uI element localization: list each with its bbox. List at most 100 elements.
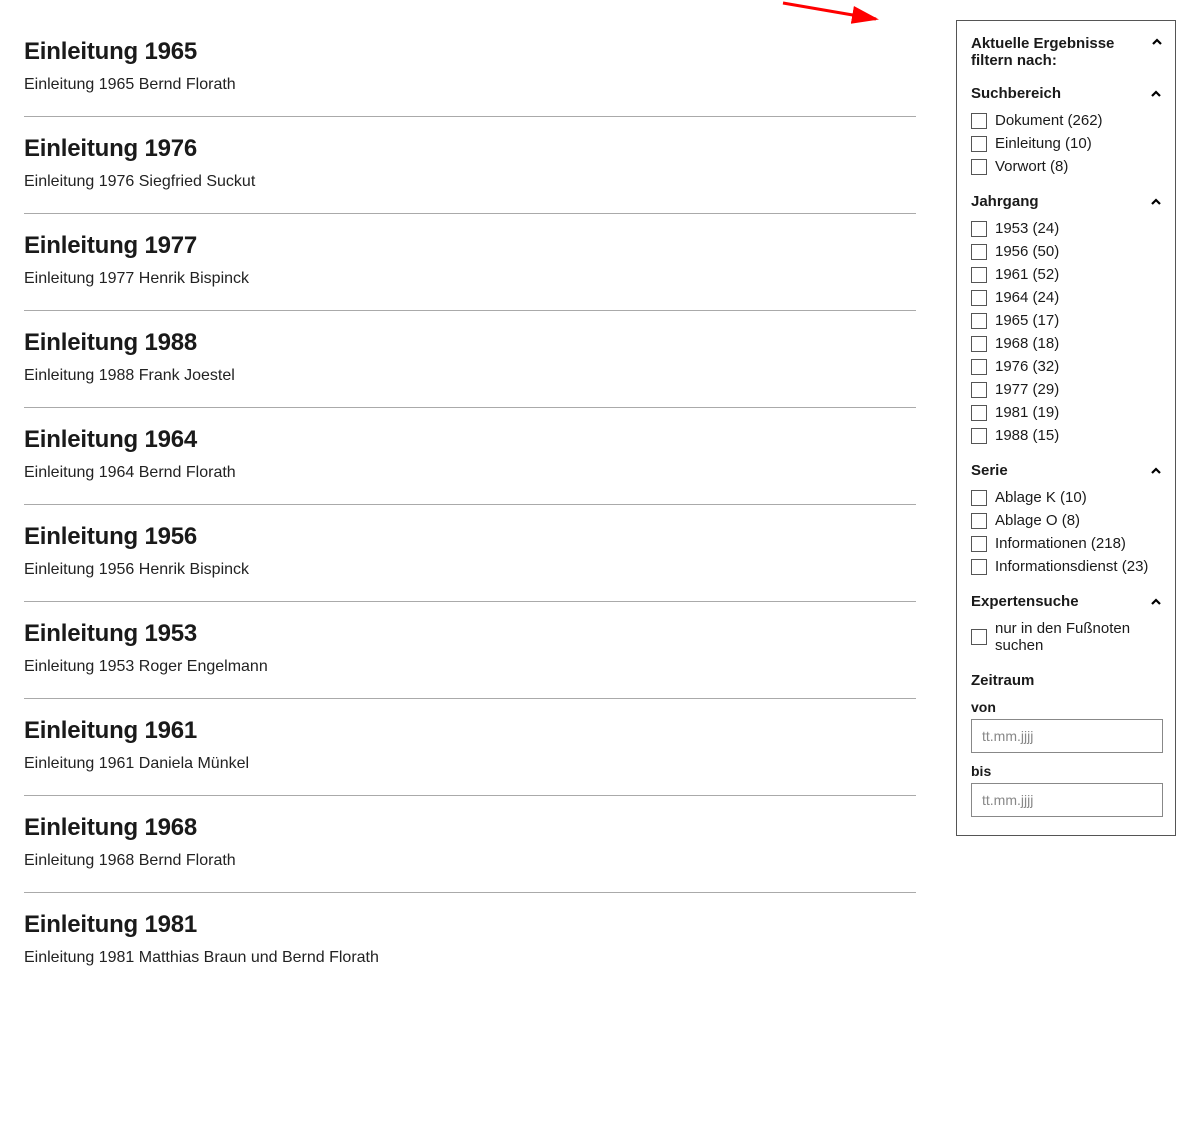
checkbox-icon[interactable] bbox=[971, 559, 987, 575]
checkbox-icon[interactable] bbox=[971, 536, 987, 552]
filter-section-zeitraum: Zeitraum von bis bbox=[971, 672, 1163, 817]
chevron-up-icon bbox=[1149, 195, 1163, 209]
filter-option-label: 1981 (19) bbox=[995, 404, 1059, 421]
date-to-label: bis bbox=[971, 763, 1163, 779]
filter-section-toggle[interactable]: Suchbereich bbox=[971, 85, 1163, 102]
checkbox-icon[interactable] bbox=[971, 490, 987, 506]
search-result-item[interactable]: Einleitung 1953Einleitung 1953 Roger Eng… bbox=[24, 601, 916, 698]
checkbox-icon[interactable] bbox=[971, 405, 987, 421]
filter-option-label: Informationen (218) bbox=[995, 535, 1126, 552]
filter-option-label: nur in den Fußnoten suchen bbox=[995, 620, 1163, 654]
filter-section-toggle[interactable]: Jahrgang bbox=[971, 193, 1163, 210]
result-title: Einleitung 1956 bbox=[24, 523, 916, 551]
checkbox-icon[interactable] bbox=[971, 359, 987, 375]
result-title: Einleitung 1988 bbox=[24, 329, 916, 357]
filter-option[interactable]: 1976 (32) bbox=[971, 358, 1163, 375]
checkbox-icon[interactable] bbox=[971, 267, 987, 283]
date-to-input[interactable] bbox=[971, 783, 1163, 817]
search-result-item[interactable]: Einleitung 1956 Einleitung 1956 Henrik Bi… bbox=[24, 504, 916, 601]
checkbox-icon[interactable] bbox=[971, 136, 987, 152]
filter-option[interactable]: 1964 (24) bbox=[971, 289, 1163, 306]
filter-option-label: 1953 (24) bbox=[995, 220, 1059, 237]
date-from-input[interactable] bbox=[971, 719, 1163, 753]
filter-panel: Aktuelle Ergebnisse filtern nach: Suchbe… bbox=[956, 20, 1176, 836]
result-title: Einleitung 1976 bbox=[24, 135, 916, 163]
checkbox-icon[interactable] bbox=[971, 313, 987, 329]
filter-option-label: Dokument (262) bbox=[995, 112, 1103, 129]
checkbox-icon[interactable] bbox=[971, 221, 987, 237]
filter-section-suchbereich: Suchbereich Dokument (262) Einleitung (10… bbox=[971, 85, 1163, 175]
checkbox-icon[interactable] bbox=[971, 629, 987, 645]
result-description: Einleitung 1976 Siegfried Suckut bbox=[24, 173, 916, 191]
filter-section-serie: Serie Ablage K (10) Ablage O (8) Informati… bbox=[971, 462, 1163, 575]
search-result-item[interactable]: Einleitung 1968Einleitung 1968 Bernd Flo… bbox=[24, 795, 916, 892]
result-title: Einleitung 1968 bbox=[24, 814, 916, 842]
filter-option[interactable]: 1956 (50) bbox=[971, 243, 1163, 260]
filter-option[interactable]: Ablage O (8) bbox=[971, 512, 1163, 529]
filter-option-label: 1976 (32) bbox=[995, 358, 1059, 375]
checkbox-icon[interactable] bbox=[971, 244, 987, 260]
search-result-item[interactable]: Einleitung 1976 Einleitung 1976 Siegfried… bbox=[24, 116, 916, 213]
filter-option-label: 1965 (17) bbox=[995, 312, 1059, 329]
filter-option-label: Vorwort (8) bbox=[995, 158, 1068, 175]
filter-panel-title: Aktuelle Ergebnisse filtern nach: bbox=[971, 35, 1151, 69]
search-result-item[interactable]: Einleitung 1965 Einleitung 1965 Bernd Flo… bbox=[24, 20, 916, 116]
result-title: Einleitung 1981 bbox=[24, 911, 916, 939]
search-result-item[interactable]: Einleitung 1964Einleitung 1964 Bernd Flo… bbox=[24, 407, 916, 504]
search-result-item[interactable]: Einleitung 1961Einleitung 1961 Daniela M… bbox=[24, 698, 916, 795]
filter-option[interactable]: 1965 (17) bbox=[971, 312, 1163, 329]
filter-section-label: Zeitraum bbox=[971, 672, 1034, 689]
filter-option-label: Ablage O (8) bbox=[995, 512, 1080, 529]
result-description: Einleitung 1956 Henrik Bispinck bbox=[24, 561, 916, 579]
filter-option[interactable]: Informationen (218) bbox=[971, 535, 1163, 552]
chevron-up-icon bbox=[1149, 87, 1163, 101]
result-description: Einleitung 1953 Roger Engelmann bbox=[24, 658, 916, 676]
filter-section-label: Jahrgang bbox=[971, 193, 1039, 210]
filter-option[interactable]: 1988 (15) bbox=[971, 427, 1163, 444]
filter-option-label: Informationsdienst (23) bbox=[995, 558, 1148, 575]
filter-section-expertensuche: Expertensuche nur in den Fußnoten suchen bbox=[971, 593, 1163, 654]
chevron-up-icon bbox=[1151, 35, 1163, 49]
filter-option[interactable]: Einleitung (10) bbox=[971, 135, 1163, 152]
filter-section-toggle[interactable]: Expertensuche bbox=[971, 593, 1163, 610]
filter-option[interactable]: Vorwort (8) bbox=[971, 158, 1163, 175]
checkbox-icon[interactable] bbox=[971, 113, 987, 129]
result-description: Einleitung 1988 Frank Joestel bbox=[24, 367, 916, 385]
checkbox-icon[interactable] bbox=[971, 159, 987, 175]
result-description: Einleitung 1977 Henrik Bispinck bbox=[24, 270, 916, 288]
result-description: Einleitung 1964 Bernd Florath bbox=[24, 464, 916, 482]
filter-option[interactable]: Dokument (262) bbox=[971, 112, 1163, 129]
result-title: Einleitung 1977 bbox=[24, 232, 916, 260]
checkbox-icon[interactable] bbox=[971, 382, 987, 398]
filter-section-label: Serie bbox=[971, 462, 1008, 479]
filter-option[interactable]: 1977 (29) bbox=[971, 381, 1163, 398]
filter-option[interactable]: Ablage K (10) bbox=[971, 489, 1163, 506]
result-description: Einleitung 1981 Matthias Braun und Bernd… bbox=[24, 949, 916, 967]
filter-option-label: 1988 (15) bbox=[995, 427, 1059, 444]
checkbox-icon[interactable] bbox=[971, 428, 987, 444]
result-description: Einleitung 1965 Bernd Florath bbox=[24, 76, 916, 94]
result-title: Einleitung 1965 bbox=[24, 38, 916, 66]
checkbox-icon[interactable] bbox=[971, 513, 987, 529]
search-result-item[interactable]: Einleitung 1977 Einleitung 1977 Henrik Bi… bbox=[24, 213, 916, 310]
filter-option-label: 1956 (50) bbox=[995, 243, 1059, 260]
filter-option[interactable]: 1953 (24) bbox=[971, 220, 1163, 237]
filter-option[interactable]: nur in den Fußnoten suchen bbox=[971, 620, 1163, 654]
filter-option[interactable]: 1961 (52) bbox=[971, 266, 1163, 283]
result-title: Einleitung 1961 bbox=[24, 717, 916, 745]
filter-section-toggle[interactable]: Serie bbox=[971, 462, 1163, 479]
filter-section-jahrgang: Jahrgang 1953 (24) 1956 (50) 1961 (52) 1964… bbox=[971, 193, 1163, 444]
filter-option[interactable]: 1981 (19) bbox=[971, 404, 1163, 421]
filter-option-label: 1964 (24) bbox=[995, 289, 1059, 306]
filter-option-label: Ablage K (10) bbox=[995, 489, 1087, 506]
checkbox-icon[interactable] bbox=[971, 290, 987, 306]
search-results-list: Einleitung 1965 Einleitung 1965 Bernd Flo… bbox=[24, 20, 916, 989]
search-result-item[interactable]: Einleitung 1988 Einleitung 1988 Frank Joe… bbox=[24, 310, 916, 407]
filter-section-label: Expertensuche bbox=[971, 593, 1079, 610]
chevron-up-icon bbox=[1149, 595, 1163, 609]
search-result-item[interactable]: Einleitung 1981 Einleitung 1981 Matthias … bbox=[24, 892, 916, 989]
filter-option[interactable]: Informationsdienst (23) bbox=[971, 558, 1163, 575]
filter-option[interactable]: 1968 (18) bbox=[971, 335, 1163, 352]
filter-panel-header[interactable]: Aktuelle Ergebnisse filtern nach: bbox=[971, 35, 1163, 69]
checkbox-icon[interactable] bbox=[971, 336, 987, 352]
